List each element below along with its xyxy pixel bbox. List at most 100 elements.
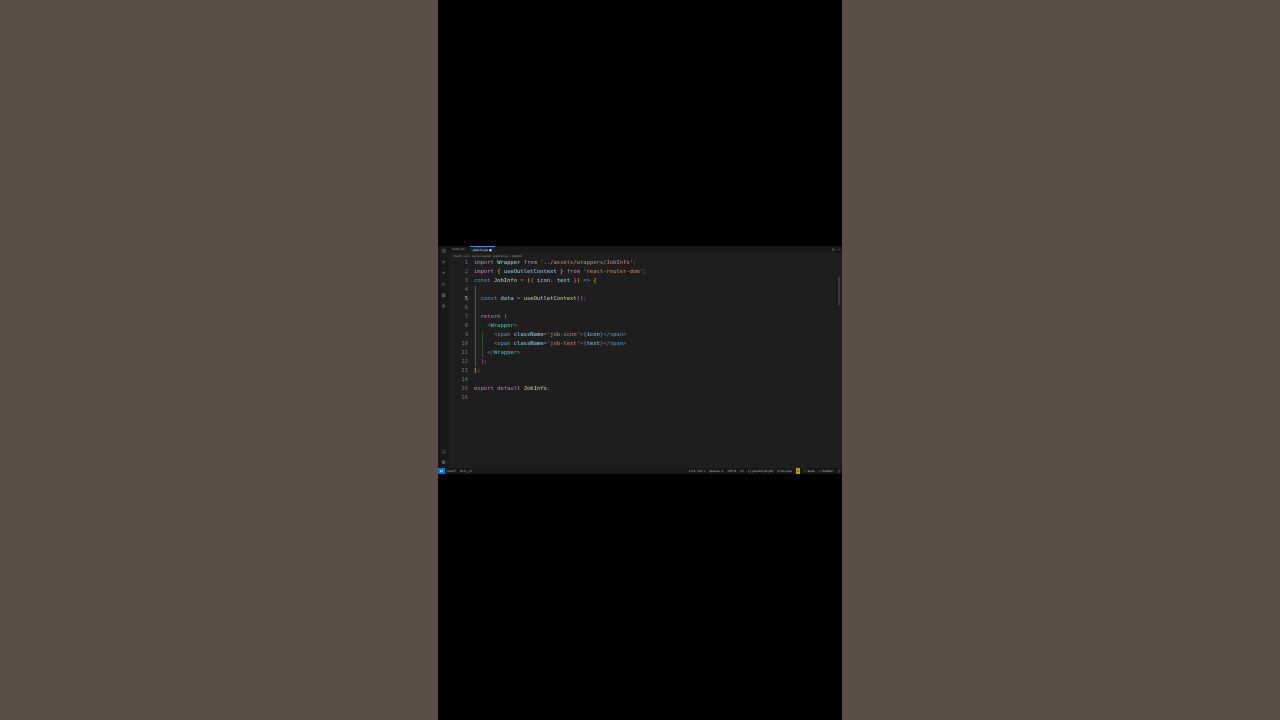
status-item[interactable]: Spaces: 2 (709, 468, 724, 474)
status-item[interactable]: ✓ Spell (804, 468, 815, 474)
code-line[interactable]: 3 const JobInfo = ({ icon, text }) => { (449, 277, 829, 286)
code-token: const (474, 278, 494, 284)
code-line[interactable]: 12 ); (449, 358, 829, 367)
line-number: 4 (464, 287, 468, 293)
settings-gear-icon[interactable]: ⚙ (440, 459, 447, 466)
line-number: 9 (464, 332, 468, 338)
code-token: ; (642, 269, 647, 275)
code-line[interactable]: 1 import Wrapper from '../assets/wrappers… (449, 259, 829, 268)
code-token: from (523, 260, 541, 266)
remote-icon[interactable]: ⊙ (440, 303, 447, 310)
code-token: const (480, 296, 501, 302)
tab-bar: Stats.jsx JobInfo.jsx ● ⊟ ⋯ (438, 246, 842, 253)
status-item[interactable]: {} JavaScript JSX (748, 468, 774, 474)
code-token: export (474, 386, 498, 392)
code-token: '../assets/wrappers/JobInfo' (540, 260, 633, 266)
code-line[interactable]: 14 (449, 376, 829, 385)
status-item[interactable]: ⊘ Go Live (777, 468, 792, 474)
tab-stats-jsx[interactable]: Stats.jsx (449, 246, 468, 253)
code-token: Wrapper (490, 323, 514, 329)
code-line[interactable]: 5 const data = useOutletContext(); (449, 295, 829, 304)
code-token: icon (586, 332, 600, 338)
code-text: const data = useOutletContext(); (474, 295, 587, 304)
minimap-scrollbar[interactable] (838, 277, 840, 305)
status-item[interactable]: LF (740, 468, 743, 474)
code-token: 'job-icon' (546, 332, 580, 338)
code-line[interactable]: 15 export default JobInfo; (449, 385, 829, 394)
code-token: } (560, 269, 567, 275)
video-frame: Stats.jsx JobInfo.jsx ● ⊟ ⋯ ❐ ⌕ ⑂ ▷ ⊞ ⊙ ◯ ⚙ cli… (438, 0, 842, 720)
code-text: <span className='job-text'>{text}</span> (474, 340, 627, 349)
code-token: > (513, 323, 518, 329)
line-number: 14 (461, 377, 468, 383)
warning-badge[interactable]: 0 (796, 468, 800, 474)
notifications-bell-icon[interactable]: ♫ (837, 468, 840, 474)
split-editor-icon[interactable]: ⊟ (832, 247, 834, 252)
code-token: default (497, 386, 524, 392)
code-line[interactable]: 7 return ( (449, 313, 829, 322)
code-token: { (497, 269, 504, 275)
files-icon[interactable]: ❐ (440, 248, 447, 255)
code-token: ; (483, 359, 488, 365)
code-text: export default JobInfo; (474, 385, 550, 394)
code-token: , (550, 278, 557, 284)
code-token: </ (603, 341, 610, 347)
line-number: 6 (464, 305, 468, 311)
account-icon[interactable]: ◯ (440, 448, 447, 455)
line-number: 16 (461, 395, 468, 401)
code-token: span (497, 332, 514, 338)
code-token: JobInfo (523, 386, 547, 392)
extensions-icon[interactable]: ⊞ (440, 292, 447, 299)
code-line[interactable]: 10 <span className='job-text'>{text}</sp… (449, 340, 829, 349)
code-text: ); (474, 358, 488, 367)
line-number: 15 (461, 386, 468, 392)
status-item[interactable]: Ln 5, Col 1 (689, 468, 705, 474)
code-line[interactable]: 2 import { useOutletContext } from 'react… (449, 268, 829, 277)
code-token: 'job-text' (546, 341, 580, 347)
code-editor[interactable]: 1 import Wrapper from '../assets/wrappers… (449, 259, 842, 471)
code-token: Wrapper (493, 350, 518, 356)
source-control-icon[interactable]: ⑂ (440, 270, 447, 277)
line-number: 3 (464, 278, 468, 284)
status-item[interactable]: main* (447, 468, 456, 474)
code-line[interactable]: 16 (449, 394, 829, 403)
breadcrumb[interactable]: client › src › components › JobInfo.jsx … (453, 254, 522, 258)
code-line[interactable]: 6 (449, 304, 829, 313)
code-line[interactable]: 4 (449, 286, 829, 295)
code-token: ; (632, 260, 637, 266)
code-token: span (609, 341, 624, 347)
run-debug-icon[interactable]: ▷ (440, 281, 447, 288)
code-token: className (513, 341, 544, 347)
code-token: = (520, 278, 527, 284)
line-number: 12 (461, 359, 468, 365)
status-item[interactable]: ✓ Prettier (819, 468, 834, 474)
code-line[interactable]: 13}; (449, 367, 829, 376)
more-actions-icon[interactable]: ⋯ (838, 247, 840, 252)
code-token: JobInfo (493, 278, 521, 284)
code-token: text (586, 341, 600, 347)
code-token: import (474, 269, 498, 275)
tab-jobinfo-jsx[interactable]: JobInfo.jsx ● (469, 246, 495, 253)
line-number: 1 (464, 260, 468, 266)
status-item[interactable]: ⊗ 0 △ 0 (460, 468, 472, 474)
code-token: from (566, 269, 584, 275)
status-item[interactable]: UTF-8 (728, 468, 737, 474)
code-token: </ (603, 332, 610, 338)
unsaved-dot-icon[interactable]: ● (489, 248, 492, 252)
code-line[interactable]: 8 <Wrapper> (449, 322, 829, 331)
code-line[interactable]: 9 <span className='job-icon'>{icon}</spa… (449, 331, 829, 340)
code-token: { (593, 278, 597, 284)
code-line[interactable]: 11 </Wrapper> (449, 349, 829, 358)
line-number: 8 (464, 323, 468, 329)
remote-icon[interactable]: ⇄ (438, 468, 445, 474)
code-token: return (480, 314, 504, 320)
search-icon[interactable]: ⌕ (440, 259, 447, 266)
code-token: span (497, 341, 514, 347)
code-token: => (583, 278, 594, 284)
